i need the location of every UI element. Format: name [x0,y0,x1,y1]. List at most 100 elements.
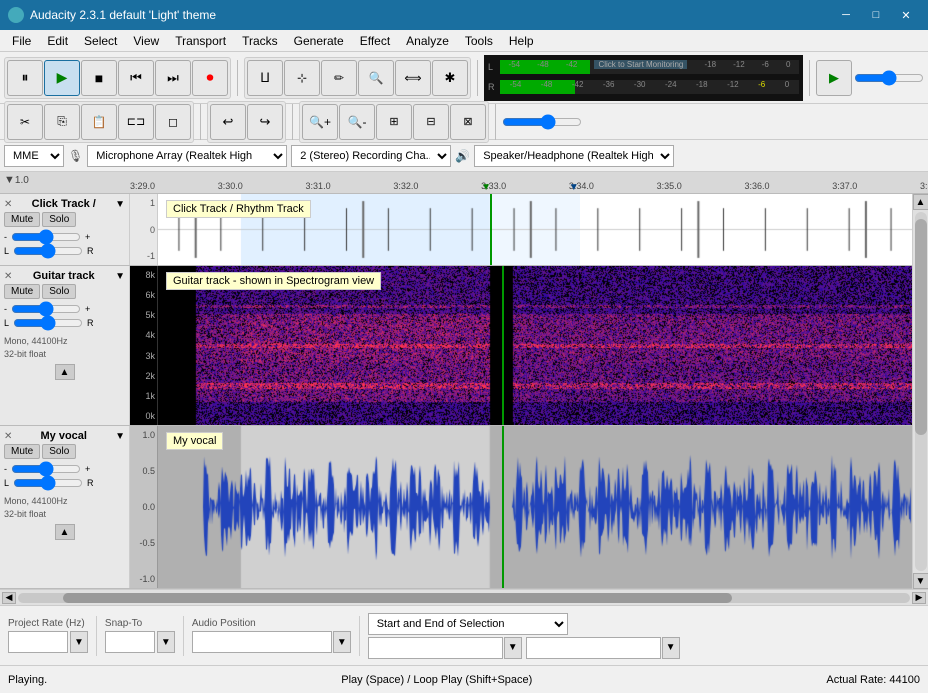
ruler-tick-1: 3:30.0 [218,181,243,191]
timeshift-tool[interactable]: ⟺ [395,60,431,96]
hscroll-track[interactable] [18,593,910,603]
maximize-button[interactable]: □ [862,4,890,26]
vscroll-thumb[interactable] [915,219,927,434]
vocal-1: 1.0 [132,430,155,440]
menu-transport[interactable]: Transport [167,30,234,51]
guitar-gain-slider[interactable] [11,303,81,315]
prev-button[interactable]: ⏮ [118,60,154,96]
close-button[interactable]: ✕ [892,4,920,26]
guitar-track-menu[interactable]: ▼ [115,271,125,282]
vocal-pan-row: L R [4,477,125,489]
vocal-0: 0.0 [132,502,155,512]
copy-btn[interactable]: ⎘ [44,104,80,140]
zoom-custom-btn[interactable]: ⊠ [450,104,486,140]
select-tool[interactable]: ⨿ [247,60,283,96]
rec-r-green [500,80,575,94]
menu-effect[interactable]: Effect [352,30,398,51]
click-track-close[interactable]: ✕ [4,199,12,210]
timeline-ruler[interactable]: ▼1.0 3:29.0 3:30.0 3:31.0 3:32.0 3:33.0 … [0,172,928,194]
guitar-track-close[interactable]: ✕ [4,271,12,282]
vscroll-up-btn[interactable]: ▲ [913,194,928,210]
selection-mode-select[interactable]: Start and End of Selection [368,613,568,635]
zoom-tool[interactable]: 🔍 [358,60,394,96]
multi-tool[interactable]: ✱ [432,60,468,96]
zoom-out-btn[interactable]: 🔍- [339,104,375,140]
transport-toolbar: ⏸ ▶ ■ ⏮ ⏭ ⏺ ⨿ ⊹ ✏ 🔍 ⟺ ✱ L -54 -48 -42 [0,52,928,104]
project-rate-input[interactable]: 44100 [8,631,68,653]
menu-generate[interactable]: Generate [286,30,352,51]
menu-analyze[interactable]: Analyze [398,30,457,51]
paste-btn[interactable]: 📋 [81,104,117,140]
guitar-collapse-btn[interactable]: ▲ [55,364,75,380]
draw-tool[interactable]: ✏ [321,60,357,96]
vscroll-track[interactable] [915,212,927,571]
zoom-sel-btn[interactable]: ⊞ [376,104,412,140]
click-gain-slider[interactable] [11,231,81,243]
sep1 [237,60,238,96]
menu-edit[interactable]: Edit [39,30,76,51]
vscroll-down-btn[interactable]: ▼ [913,573,928,589]
snap-to-down[interactable]: ▼ [157,631,175,653]
click-mute-btn[interactable]: Mute [4,212,40,227]
vocal-track-menu[interactable]: ▼ [115,431,125,442]
playback-ctrl: ▶ [816,60,924,96]
play-button[interactable]: ▶ [44,60,80,96]
zoom-in-btn[interactable]: 🔍+ [302,104,338,140]
menu-select[interactable]: Select [76,30,125,51]
zoom-fit-btn[interactable]: ⊟ [413,104,449,140]
sel-end-down[interactable]: ▼ [662,637,680,659]
selection-start-input[interactable]: 0 h 03 m 30.268 s [368,637,503,659]
guitar-mute-btn[interactable]: Mute [4,284,40,299]
project-rate-down[interactable]: ▼ [70,631,88,653]
play-at-speed-btn[interactable]: ▶ [816,60,852,96]
click-solo-btn[interactable]: Solo [42,212,76,227]
envelope-tool[interactable]: ⊹ [284,60,320,96]
audio-pos-down[interactable]: ▼ [333,631,351,653]
pause-button[interactable]: ⏸ [7,60,43,96]
next-button[interactable]: ⏭ [155,60,191,96]
vocal-gain-slider[interactable] [11,463,81,475]
redo-btn[interactable]: ↪ [247,104,283,140]
click-to-start[interactable]: Click to Start Monitoring [594,60,687,69]
menu-tracks[interactable]: Tracks [234,30,286,51]
selection-end-input[interactable]: 0 h 03 m 34.506 s [526,637,661,659]
audio-pos-input[interactable]: 0 h 03 m 33.258 s [192,631,332,653]
silence-btn[interactable]: ◻ [155,104,191,140]
record-button[interactable]: ⏺ [192,60,228,96]
vocal-pan-slider[interactable] [13,477,83,489]
snap-to-input[interactable]: Off [105,631,155,653]
tracks-area: ✕ Click Track / ▼ Mute Solo - + L R [0,194,912,589]
vocal-collapse-btn[interactable]: ▲ [55,524,75,540]
playback-speed-slider[interactable] [854,71,924,85]
vocal-track-close[interactable]: ✕ [4,431,12,442]
sel-start-down[interactable]: ▼ [504,637,522,659]
mic-select[interactable]: Microphone Array (Realtek High [87,145,287,167]
vocal-solo-btn[interactable]: Solo [42,444,76,459]
click-pan-slider[interactable] [13,245,83,257]
guitar-pan-slider[interactable] [13,317,83,329]
undo-btn[interactable]: ↩ [210,104,246,140]
hscroll-right-btn[interactable]: ▶ [912,592,926,604]
menu-tools[interactable]: Tools [457,30,501,51]
cut-btn[interactable]: ✂ [7,104,43,140]
click-track-menu[interactable]: ▼ [115,199,125,210]
stop-button[interactable]: ■ [81,60,117,96]
menu-file[interactable]: File [4,30,39,51]
vertical-scrollbar[interactable]: ▲ ▼ [912,194,928,589]
hscroll-left-btn[interactable]: ◀ [2,592,16,604]
rec-r-meter: -54 -48 -42 -36 -30 -24 -18 -12 -6 0 [500,80,799,94]
menu-view[interactable]: View [125,30,167,51]
guitar-solo-btn[interactable]: Solo [42,284,76,299]
vocal-mute-btn[interactable]: Mute [4,444,40,459]
horizontal-scrollbar[interactable]: ◀ ▶ [0,589,928,605]
minimize-button[interactable]: ─ [832,4,860,26]
host-select[interactable]: MME [4,145,64,167]
guitar-1k: 1k [132,391,155,401]
channels-select[interactable]: 2 (Stereo) Recording Cha... [291,145,451,167]
guitar-r-label: R [87,318,94,328]
zoom-slider[interactable] [502,114,582,130]
speaker-select[interactable]: Speaker/Headphone (Realtek High [474,145,674,167]
menu-help[interactable]: Help [501,30,542,51]
hscroll-thumb[interactable] [63,593,732,603]
trim-btn[interactable]: ⊏⊐ [118,104,154,140]
